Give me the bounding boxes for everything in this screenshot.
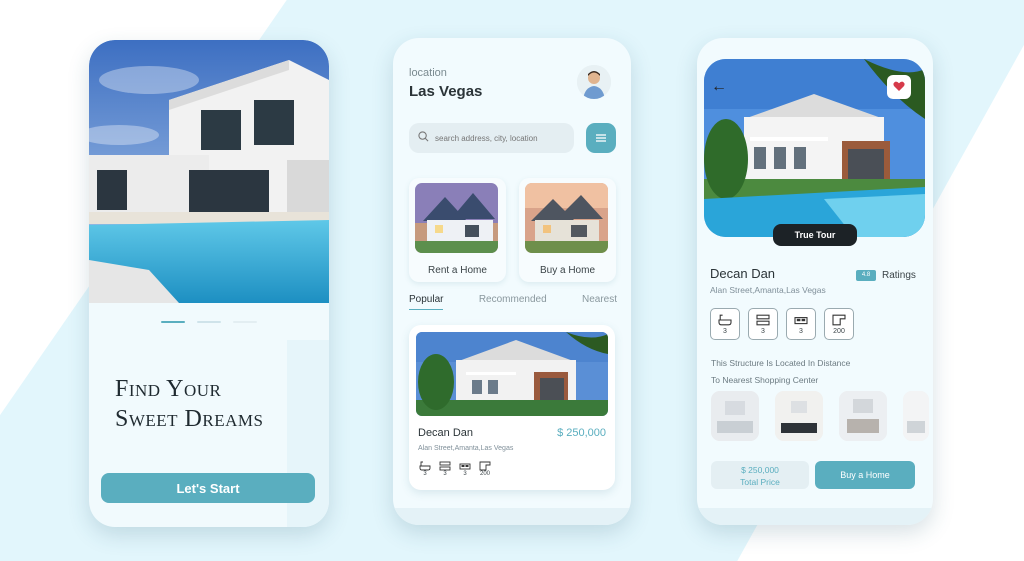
amenity-area: 200 bbox=[478, 461, 492, 477]
area-icon bbox=[478, 461, 492, 471]
listing-house-image bbox=[416, 332, 608, 416]
amenity-value: 200 bbox=[833, 327, 845, 335]
bed-icon bbox=[793, 314, 809, 328]
gallery-thumbnail[interactable] bbox=[839, 391, 887, 441]
amenity-value: 3 bbox=[463, 471, 467, 477]
property-name: Decan Dan bbox=[710, 266, 776, 281]
listing-address: Alan Street,Amanta,Las Vegas bbox=[418, 445, 514, 452]
interior-gallery bbox=[711, 391, 929, 441]
amenity-bed: 3 bbox=[786, 308, 816, 340]
bathtub-icon bbox=[717, 314, 733, 328]
category-label: Rent a Home bbox=[428, 265, 487, 276]
amenity-value: 200 bbox=[479, 471, 490, 477]
listing-price: $ 250,000 bbox=[557, 427, 606, 439]
rating-label: Ratings bbox=[882, 270, 916, 281]
property-description: This Structure Is Located In Distance To… bbox=[711, 355, 891, 389]
detail-screen: ← True Tour Decan Dan Alan Street,Amanta… bbox=[697, 38, 933, 525]
property-address: Alan Street,Amanta,Las Vegas bbox=[710, 285, 826, 295]
amenity-value: 3 bbox=[723, 327, 727, 335]
true-tour-button[interactable]: True Tour bbox=[773, 224, 857, 246]
category-buy-card[interactable]: Buy a Home bbox=[519, 178, 616, 282]
onboarding-title: Find Your Sweet Dreams bbox=[115, 374, 263, 434]
amenity-bath: 3 bbox=[418, 461, 432, 477]
buy-home-button[interactable]: Buy a Home bbox=[815, 461, 915, 489]
location-city[interactable]: Las Vegas bbox=[409, 83, 482, 100]
amenity-bed: 3 bbox=[458, 461, 472, 477]
tab-popular[interactable]: Popular bbox=[409, 294, 444, 310]
home-screen: location Las Vegas search address, city,… bbox=[393, 38, 631, 525]
amenity-value: 3 bbox=[423, 471, 427, 477]
bunk-bed-icon bbox=[755, 314, 771, 328]
onboarding-screen: Find Your Sweet Dreams Let's Start bbox=[89, 40, 329, 527]
category-rent-card[interactable]: Rent a Home bbox=[409, 178, 506, 282]
amenity-bunk: 3 bbox=[748, 308, 778, 340]
description-line: This Structure Is Located In Distance bbox=[711, 358, 851, 368]
gallery-thumbnail[interactable] bbox=[775, 391, 823, 441]
area-icon bbox=[831, 314, 847, 328]
menu-icon bbox=[595, 131, 607, 146]
amenity-bath: 3 bbox=[710, 308, 740, 340]
heart-icon bbox=[893, 80, 905, 95]
filter-tabs: Popular Recommended Nearest bbox=[409, 294, 617, 310]
search-bar[interactable] bbox=[409, 123, 574, 153]
title-line-1: Find Your bbox=[115, 376, 222, 402]
listing-amenities: 3 3 3 200 bbox=[418, 461, 492, 477]
avatar[interactable] bbox=[577, 65, 611, 99]
bottom-bar bbox=[697, 508, 933, 525]
pager-dot[interactable] bbox=[197, 321, 221, 323]
amenity-area: 200 bbox=[824, 308, 854, 340]
filter-button[interactable] bbox=[586, 123, 616, 153]
amenity-value: 3 bbox=[443, 471, 447, 477]
bathtub-icon bbox=[418, 461, 432, 471]
bottom-bar bbox=[393, 508, 631, 525]
bed-icon bbox=[458, 461, 472, 471]
amenity-value: 3 bbox=[761, 327, 765, 335]
hero-house-image bbox=[89, 40, 329, 303]
gallery-thumbnail[interactable] bbox=[903, 391, 929, 441]
tab-nearest[interactable]: Nearest bbox=[582, 294, 617, 310]
back-arrow-icon[interactable]: ← bbox=[711, 78, 729, 96]
total-price-value: $ 250,000 bbox=[741, 465, 779, 475]
tab-recommended[interactable]: Recommended bbox=[479, 294, 547, 310]
bunk-bed-icon bbox=[438, 461, 452, 471]
description-line: To Nearest Shopping Center bbox=[711, 375, 819, 385]
total-price-label: Total Price bbox=[740, 477, 780, 487]
listing-name: Decan Dan bbox=[418, 427, 474, 439]
rating-badge: 4.8 bbox=[856, 270, 876, 281]
gallery-thumbnail[interactable] bbox=[711, 391, 759, 441]
buy-house-image bbox=[525, 183, 608, 253]
pager-dot[interactable] bbox=[233, 321, 257, 323]
lets-start-button[interactable]: Let's Start bbox=[101, 473, 315, 503]
pager-dots bbox=[161, 321, 257, 323]
search-icon bbox=[418, 129, 429, 147]
total-price-box: $ 250,000 Total Price bbox=[711, 461, 809, 489]
pager-dot[interactable] bbox=[161, 321, 185, 323]
favorite-button[interactable] bbox=[887, 75, 911, 99]
amenity-bunk: 3 bbox=[438, 461, 452, 477]
amenity-value: 3 bbox=[799, 327, 803, 335]
listing-card[interactable]: Decan Dan $ 250,000 Alan Street,Amanta,L… bbox=[409, 325, 615, 490]
category-label: Buy a Home bbox=[539, 265, 596, 276]
location-label: location bbox=[409, 67, 447, 79]
search-input[interactable] bbox=[435, 133, 565, 143]
title-line-2: Sweet Dreams bbox=[115, 406, 264, 432]
detail-amenities: 3 3 3 200 bbox=[710, 308, 854, 340]
rent-house-image bbox=[415, 183, 498, 253]
